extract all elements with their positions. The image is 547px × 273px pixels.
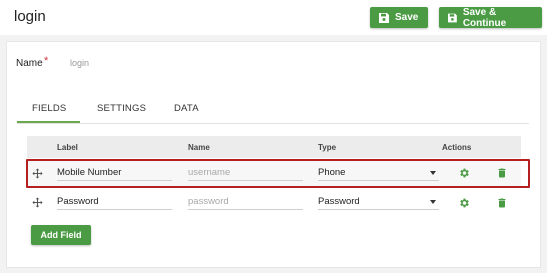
column-header-type: Type [318,143,337,152]
floppy-disk-icon [448,13,457,22]
tab-data[interactable]: DATA [174,103,199,114]
save-and-continue-label: Save & Continue [462,6,507,29]
tabs-divider [17,123,529,124]
save-button-label: Save [395,12,419,23]
save-button[interactable]: Save [370,7,428,28]
tab-settings[interactable]: SETTINGS [97,103,146,114]
drag-handle-icon[interactable] [32,197,43,208]
label-input[interactable]: Password [57,194,172,210]
floppy-disk-icon [379,12,389,23]
save-and-continue-button[interactable]: Save & Continue [439,6,542,29]
column-header-name: Name [188,143,210,152]
dropdown-arrow-icon [430,200,436,204]
type-select-value: Password [318,196,360,207]
required-marker: * [44,55,49,67]
tab-fields[interactable]: FIELDS [32,103,66,114]
column-header-actions: Actions [442,143,472,152]
column-header-label: Label [57,143,78,152]
type-select[interactable]: Password [318,194,439,210]
gear-icon[interactable] [458,197,470,209]
highlight-annotation [26,159,530,188]
name-input[interactable]: password [188,194,303,210]
page-title: login [14,8,46,25]
add-field-button[interactable]: Add Field [31,225,91,245]
name-field[interactable]: login [70,58,89,68]
name-label: Name [16,58,43,69]
trash-icon[interactable] [496,197,508,209]
